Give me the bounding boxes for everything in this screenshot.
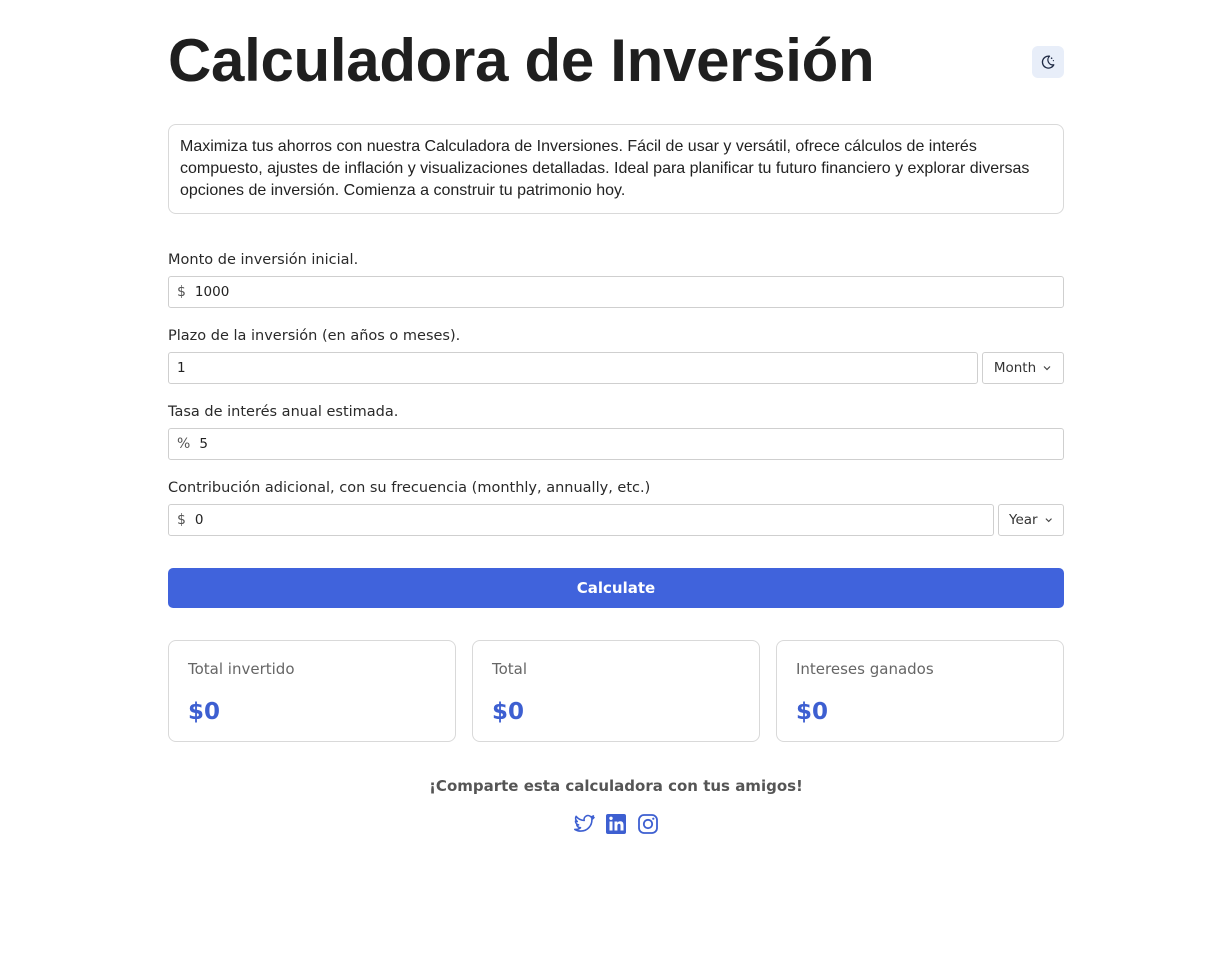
share-section: ¡Comparte esta calculadora con tus amigo… <box>168 776 1064 836</box>
initial-amount-group: Monto de inversión inicial. $ <box>168 250 1064 308</box>
dollar-prefix: $ <box>177 284 186 300</box>
result-label: Intereses ganados <box>796 660 934 678</box>
contribution-group: Contribución adicional, con su frecuenci… <box>168 478 1064 536</box>
term-label: Plazo de la inversión (en años o meses). <box>168 328 461 344</box>
initial-amount-label: Monto de inversión inicial. <box>168 252 359 268</box>
result-value: $0 <box>796 699 829 725</box>
moon-icon <box>1041 55 1055 69</box>
share-text: ¡Comparte esta calculadora con tus amigo… <box>429 777 803 795</box>
term-group: Plazo de la inversión (en años o meses).… <box>168 326 1064 384</box>
description-box: Maximiza tus ahorros con nuestra Calcula… <box>168 124 1064 214</box>
contribution-frequency-select[interactable]: Year <box>998 504 1064 536</box>
page-title: Calculadora de Inversión <box>168 27 875 94</box>
result-label: Total <box>492 660 528 678</box>
linkedin-icon[interactable] <box>604 812 628 836</box>
result-value: $0 <box>492 699 525 725</box>
contribution-field[interactable]: $ <box>168 504 994 536</box>
term-unit-value: Month <box>993 360 1037 376</box>
header: Calculadora de Inversión <box>168 0 1064 124</box>
result-card-interest-earned: Intereses ganados $0 <box>776 640 1064 742</box>
rate-input[interactable] <box>199 436 1055 452</box>
dollar-prefix: $ <box>177 512 186 528</box>
calculator-container: Calculadora de Inversión Maximiza tus ah… <box>168 0 1064 836</box>
contribution-label: Contribución adicional, con su frecuenci… <box>168 480 651 496</box>
rate-field[interactable]: % <box>168 428 1064 460</box>
result-value: $0 <box>188 699 221 725</box>
twitter-icon[interactable] <box>572 812 596 836</box>
term-input[interactable] <box>177 360 969 376</box>
chevron-down-icon <box>1043 366 1051 371</box>
result-card-total: Total $0 <box>472 640 760 742</box>
social-links <box>168 812 1064 836</box>
instagram-icon[interactable] <box>636 812 660 836</box>
results-cards: Total invertido $0 Total $0 Intereses ga… <box>168 640 1064 742</box>
percent-prefix: % <box>177 436 191 452</box>
term-field[interactable] <box>168 352 978 384</box>
chevron-down-icon <box>1045 518 1052 523</box>
theme-toggle-button[interactable] <box>1032 46 1064 78</box>
result-label: Total invertido <box>188 660 295 678</box>
result-card-total-invested: Total invertido $0 <box>168 640 456 742</box>
contribution-frequency-value: Year <box>1009 512 1038 528</box>
contribution-input[interactable] <box>194 512 985 528</box>
term-unit-select[interactable]: Month <box>982 352 1064 384</box>
initial-amount-field[interactable]: $ <box>168 276 1064 308</box>
rate-group: Tasa de interés anual estimada. % <box>168 402 1064 460</box>
rate-label: Tasa de interés anual estimada. <box>168 404 399 420</box>
calculate-button[interactable]: Calculate <box>168 568 1064 608</box>
initial-amount-input[interactable] <box>194 284 1055 300</box>
